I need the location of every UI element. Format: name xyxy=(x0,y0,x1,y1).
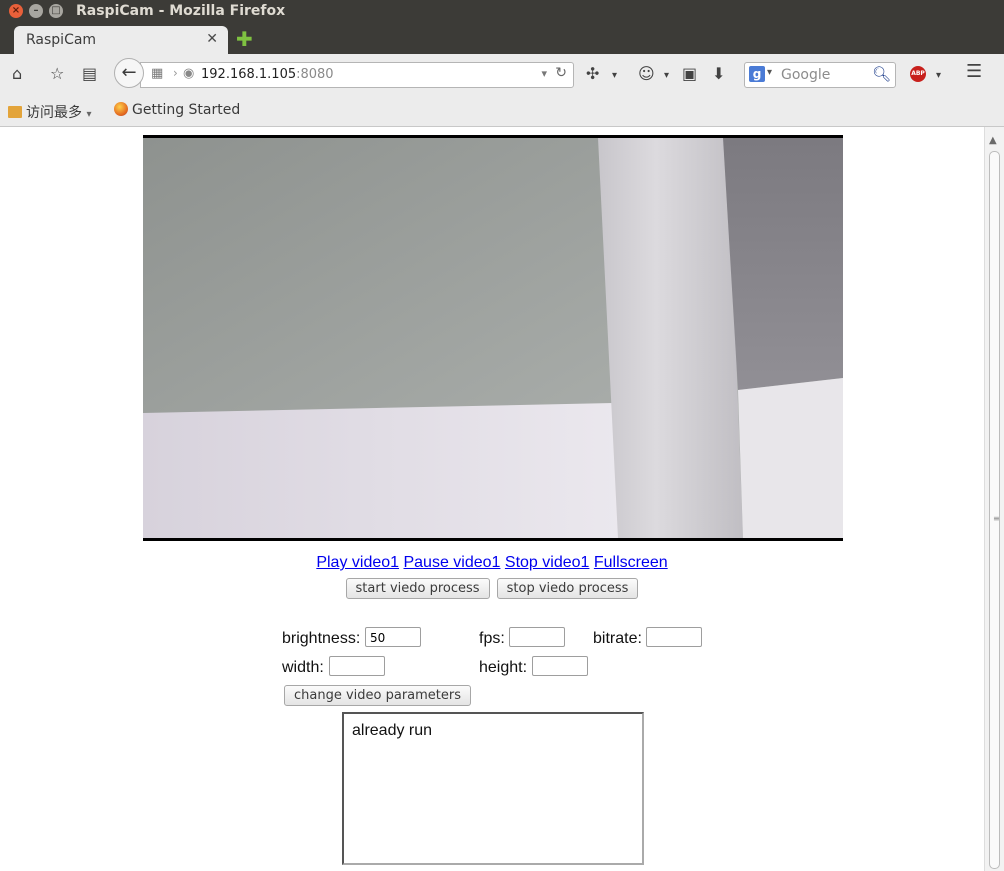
chevron-down-icon[interactable]: ▾ xyxy=(936,66,941,86)
back-button[interactable]: ← xyxy=(114,58,144,88)
width-field[interactable] xyxy=(329,656,385,676)
screenshot-icon[interactable]: ▣ xyxy=(682,64,697,84)
process-buttons: start viedo process stop viedo process xyxy=(0,577,984,599)
extension-face-icon[interactable]: ☺ xyxy=(638,64,655,84)
tab-label: RaspiCam xyxy=(26,32,97,48)
bookmark-star-icon[interactable]: ☆ xyxy=(50,64,64,84)
height-label: height: xyxy=(479,659,528,676)
stop-video-link[interactable]: Stop video1 xyxy=(505,554,590,571)
adblock-icon[interactable]: ABP xyxy=(910,66,926,82)
url-text[interactable]: 192.168.1.105:8080 xyxy=(201,67,334,82)
globe-icon: ◉ xyxy=(183,66,195,81)
fps-field[interactable] xyxy=(509,627,565,647)
search-icon[interactable]: 🔍︎ xyxy=(872,65,891,83)
new-tab-icon[interactable]: ✚ xyxy=(236,29,253,49)
page-content: Play video1 Pause video1 Stop video1 Ful… xyxy=(0,127,984,871)
status-textarea[interactable]: already run xyxy=(342,712,644,865)
window-titlebar: × – □ RaspiCam - Mozilla Firefox xyxy=(0,0,1004,22)
firefox-icon xyxy=(114,102,128,116)
chevron-right-icon: › xyxy=(173,66,178,80)
folder-icon xyxy=(8,106,22,118)
start-video-process-button[interactable]: start viedo process xyxy=(345,578,490,599)
chevron-down-icon[interactable]: ▾ xyxy=(664,66,669,86)
video-links: Play video1 Pause video1 Stop video1 Ful… xyxy=(0,554,984,572)
search-placeholder: Google xyxy=(781,67,831,83)
bookmark-most-visited[interactable]: 访问最多 ▾ xyxy=(8,102,91,122)
download-icon[interactable]: ⬇ xyxy=(712,64,725,84)
tab-strip: RaspiCam ✕ ✚ xyxy=(0,22,1004,54)
tab-close-icon[interactable]: ✕ xyxy=(206,31,218,47)
scroll-up-icon[interactable]: ▲ xyxy=(989,135,997,146)
home-icon[interactable]: ⌂ xyxy=(12,64,22,84)
grip-icon: ≡ xyxy=(993,514,1000,523)
window-minimize-icon[interactable]: – xyxy=(29,4,43,18)
camera-frame-image xyxy=(143,138,843,538)
menu-icon[interactable]: ☰ xyxy=(966,62,982,82)
bitrate-label: bitrate: xyxy=(593,630,642,647)
url-bar[interactable]: ▦ › ◉ 192.168.1.105:8080 ▾ ↻ xyxy=(140,62,574,88)
bookmark-getting-started[interactable]: Getting Started xyxy=(114,102,240,118)
play-video-link[interactable]: Play video1 xyxy=(316,554,399,571)
bookmarks-toolbar: 访问最多 ▾ Getting Started xyxy=(0,94,1004,127)
stop-video-process-button[interactable]: stop viedo process xyxy=(496,578,639,599)
fps-label: fps: xyxy=(479,630,505,647)
reload-icon[interactable]: ↻ xyxy=(555,65,567,81)
video-stream[interactable] xyxy=(143,135,843,541)
pause-video-link[interactable]: Pause video1 xyxy=(403,554,500,571)
chevron-down-icon: ▾ xyxy=(86,109,92,120)
brightness-label: brightness: xyxy=(282,630,361,647)
scroll-thumb[interactable]: ≡ xyxy=(989,151,1000,869)
brightness-field[interactable]: 50 xyxy=(365,627,421,647)
navigation-toolbar: ⌂ ☆ ▤ ▦ › ◉ 192.168.1.105:8080 ▾ ↻ ← ✣ ▾… xyxy=(0,54,1004,94)
page-info-icon[interactable]: ▦ xyxy=(151,66,163,81)
fullscreen-link[interactable]: Fullscreen xyxy=(594,554,668,571)
change-video-parameters-button[interactable]: change video parameters xyxy=(284,685,472,706)
arrow-left-icon: ← xyxy=(121,62,137,83)
google-icon[interactable]: g xyxy=(749,66,765,82)
bitrate-field[interactable] xyxy=(646,627,702,647)
tab-raspicam[interactable]: RaspiCam ✕ xyxy=(14,26,228,54)
height-field[interactable] xyxy=(532,656,588,676)
width-label: width: xyxy=(282,659,324,676)
window-close-icon[interactable]: × xyxy=(9,4,23,18)
reading-list-icon[interactable]: ▤ xyxy=(82,64,97,84)
window-title: RaspiCam - Mozilla Firefox xyxy=(76,3,286,19)
url-dropdown-icon[interactable]: ▾ xyxy=(541,67,547,80)
search-engine-dropdown-icon[interactable]: ▾ xyxy=(767,67,772,78)
window-maximize-icon[interactable]: □ xyxy=(49,4,63,18)
search-input[interactable]: g ▾ Google 🔍︎ xyxy=(744,62,896,88)
page-scrollbar[interactable]: ▲ ≡ xyxy=(984,127,1004,871)
translate-icon[interactable]: ✣ xyxy=(586,64,599,84)
chevron-down-icon[interactable]: ▾ xyxy=(612,66,617,86)
